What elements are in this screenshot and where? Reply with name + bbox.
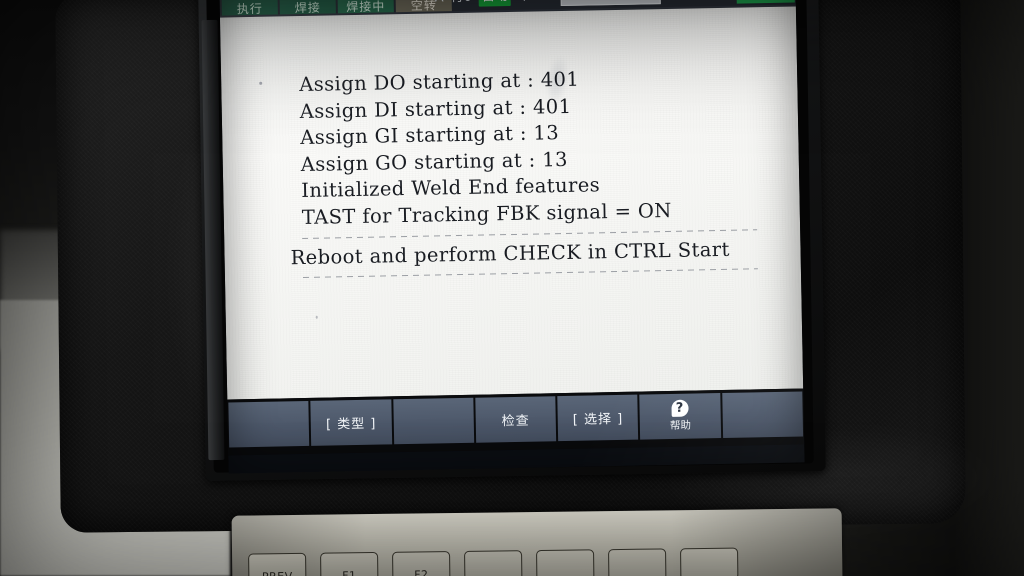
mode-badge: 自动: [478, 0, 511, 7]
function-key-check[interactable]: 检查: [475, 396, 557, 443]
key-f5[interactable]: [608, 548, 667, 576]
run-state-label: 中止: [518, 0, 544, 6]
divider-bottom: [302, 268, 758, 279]
help-icon: ?: [671, 399, 689, 417]
function-key-toolbar: [ 类型 ] 检查 [ 选择 ] ? 帮助: [227, 388, 805, 456]
function-key-f3[interactable]: [392, 397, 475, 445]
screen-speck-2: [315, 315, 318, 319]
key-f1[interactable]: F1: [320, 551, 379, 576]
screen-content-area: Assign DO starting at : 401 Assign DI st…: [219, 6, 804, 400]
pendant-keypad: PREV F1 F2: [231, 508, 843, 576]
screen-name-badge: CTRL START: [560, 0, 662, 7]
keypad-top-row: PREV F1 F2: [248, 547, 739, 576]
mode-prefix-label: A: [434, 0, 443, 7]
function-key-help[interactable]: ? 帮助: [639, 393, 721, 440]
function-key-label: [ 选择 ]: [572, 411, 624, 428]
key-prev[interactable]: PREV: [248, 552, 307, 576]
status-counter-badge: 10: [736, 0, 795, 4]
screen-speck-1: [259, 81, 263, 85]
key-f4[interactable]: [536, 549, 595, 576]
setup-summary-text: Assign DO starting at : 401 Assign DI st…: [290, 63, 773, 279]
function-key-select[interactable]: [ 选择 ]: [557, 394, 639, 442]
function-key-f1[interactable]: [228, 400, 310, 448]
function-key-label: 帮助: [669, 419, 692, 433]
reboot-instruction: Reboot and perform CHECK in CTRL Start: [290, 237, 730, 270]
key-f2[interactable]: F2: [392, 551, 451, 576]
function-key-label: [ 类型 ]: [325, 416, 377, 433]
line-number-label: 行0: [450, 0, 472, 7]
function-key-f7[interactable]: [721, 391, 804, 438]
key-next[interactable]: [680, 547, 739, 576]
photo-scene: 运行 异常 执行 焊接 焊接中 空转 HOST-108 因特网地址未找到 A 行…: [0, 0, 1024, 576]
key-f3[interactable]: [464, 550, 523, 576]
function-key-label: 检查: [501, 413, 530, 430]
function-key-type[interactable]: [ 类型 ]: [310, 399, 392, 446]
lcd-screen: 运行 异常 执行 焊接 焊接中 空转 HOST-108 因特网地址未找到 A 行…: [219, 0, 805, 474]
